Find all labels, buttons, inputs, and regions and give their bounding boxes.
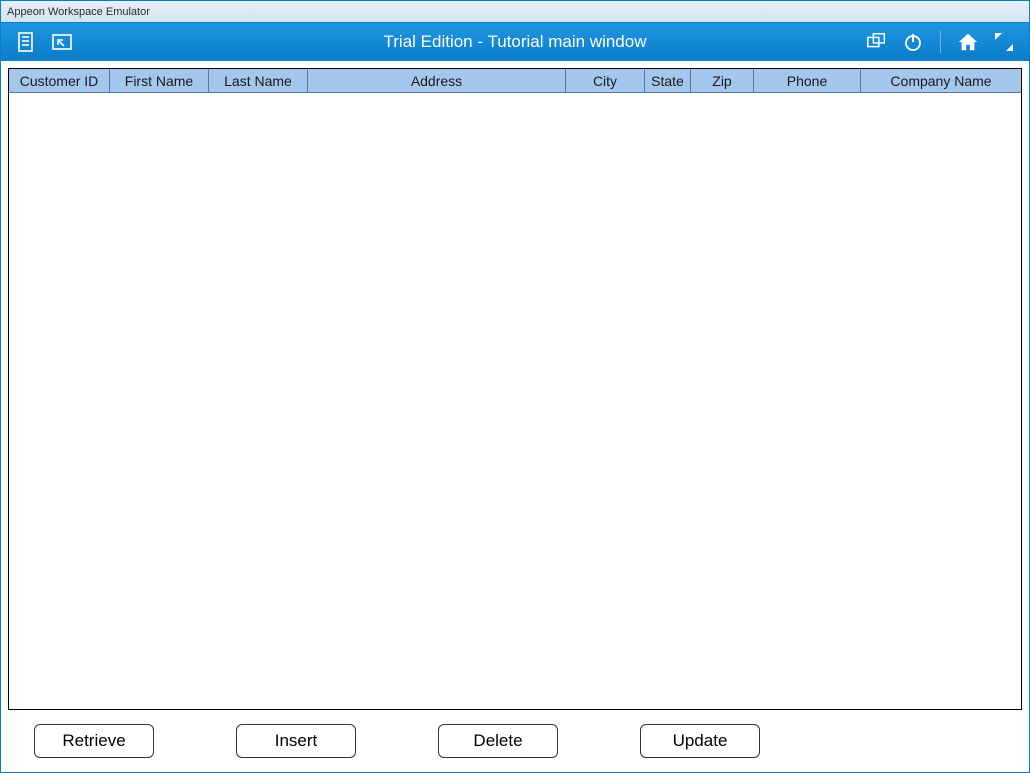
col-header-first-name[interactable]: First Name (110, 69, 209, 93)
toolbar-separator (940, 31, 941, 53)
col-header-company-name[interactable]: Company Name (861, 69, 1021, 93)
toolbar: Trial Edition - Tutorial main window (1, 23, 1029, 61)
toolbar-left-group (1, 31, 73, 53)
col-header-state[interactable]: State (645, 69, 691, 93)
update-button[interactable]: Update (640, 724, 760, 758)
retrieve-button[interactable]: Retrieve (34, 724, 154, 758)
col-header-customer-id[interactable]: Customer ID (9, 69, 110, 93)
app-window: Appeon Workspace Emulator Trial Edition … (0, 0, 1030, 773)
col-header-address[interactable]: Address (308, 69, 566, 93)
home-icon[interactable] (957, 31, 979, 53)
power-icon[interactable] (902, 31, 924, 53)
cascade-windows-icon[interactable] (866, 31, 888, 53)
col-header-city[interactable]: City (566, 69, 645, 93)
grid-body[interactable] (9, 93, 1021, 709)
window-expand-icon[interactable] (51, 31, 73, 53)
col-header-zip[interactable]: Zip (691, 69, 754, 93)
col-header-phone[interactable]: Phone (754, 69, 861, 93)
delete-button[interactable]: Delete (438, 724, 558, 758)
col-header-last-name[interactable]: Last Name (209, 69, 308, 93)
window-titlebar[interactable]: Appeon Workspace Emulator (1, 1, 1029, 23)
toolbar-right-group (866, 31, 1029, 53)
button-row: Retrieve Insert Delete Update (8, 710, 1022, 772)
fullscreen-icon[interactable] (993, 31, 1015, 53)
data-grid[interactable]: Customer ID First Name Last Name Address… (8, 68, 1022, 710)
content-area: Customer ID First Name Last Name Address… (1, 61, 1029, 772)
insert-button[interactable]: Insert (236, 724, 356, 758)
grid-header-row: Customer ID First Name Last Name Address… (9, 69, 1021, 93)
document-icon[interactable] (15, 31, 37, 53)
window-title: Appeon Workspace Emulator (7, 6, 150, 18)
